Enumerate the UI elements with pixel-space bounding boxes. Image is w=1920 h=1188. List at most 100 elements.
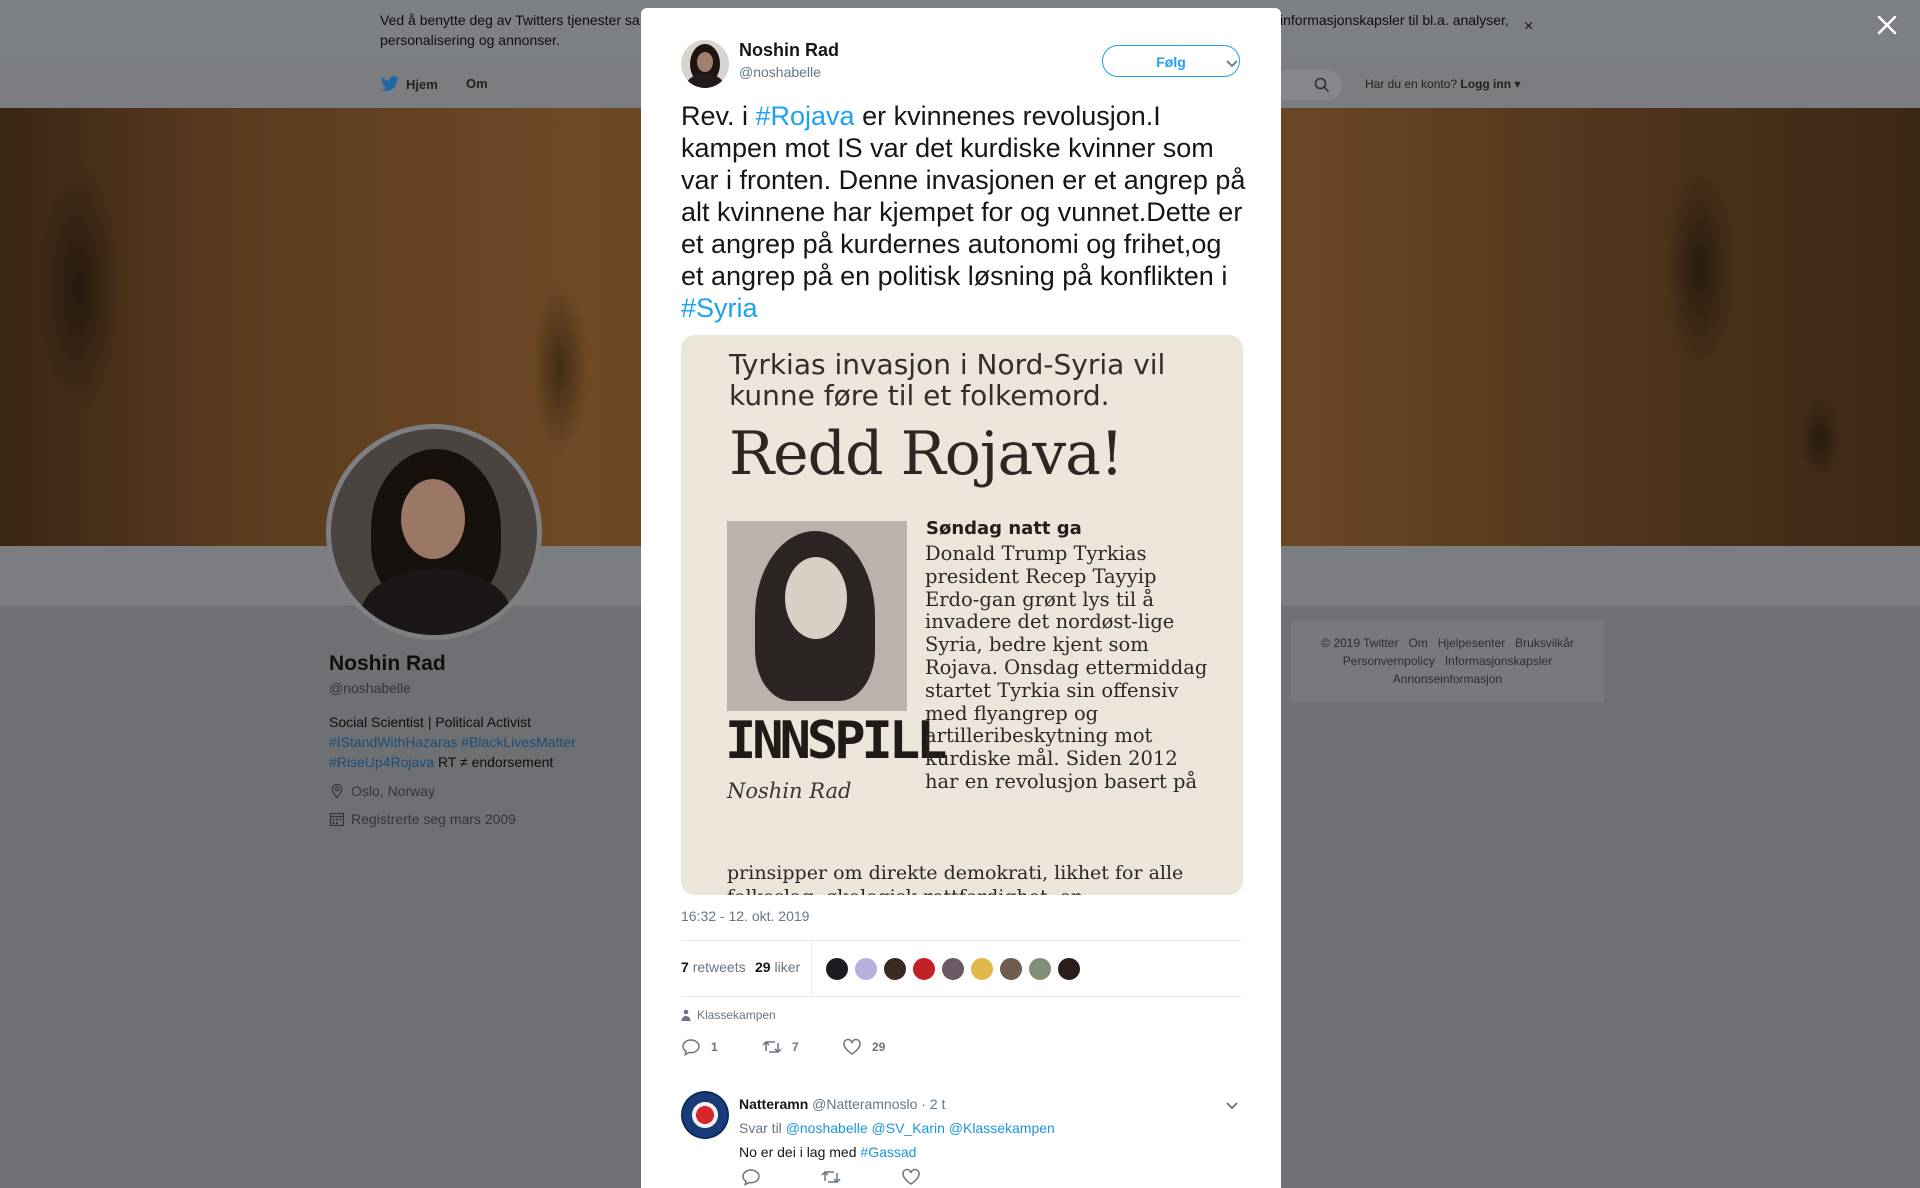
calendar-icon xyxy=(329,812,345,827)
reply-icon xyxy=(742,1169,760,1186)
tweet-timestamp[interactable]: 16:32 - 12. okt. 2019 xyxy=(681,908,809,924)
profile-avatar[interactable] xyxy=(326,424,542,640)
clipping-foot: prinsipper om direkte demokrati, likhet … xyxy=(727,862,1184,895)
mention-link[interactable]: @noshabelle xyxy=(786,1120,868,1136)
bio-text: Social Scientist | Political Activist xyxy=(329,714,532,730)
tweet-place: Klassekampen xyxy=(681,1008,776,1022)
liker-avatar[interactable] xyxy=(825,957,849,981)
reply-avatar[interactable] xyxy=(681,1091,729,1139)
profile-joined: Registrerte seg mars 2009 xyxy=(329,811,516,827)
footer-links: © 2019 Twitter Om Hjelpesenter Bruksvilkår … xyxy=(1291,634,1604,688)
like-count: 29 xyxy=(872,1040,886,1054)
profile-handle[interactable]: @noshabelle xyxy=(329,680,411,696)
clipping-body: Donald Trump Tyrkias president Recep Tay… xyxy=(925,542,1208,793)
follow-button[interactable]: Følg xyxy=(1102,45,1240,77)
nav-home[interactable]: Hjem xyxy=(380,76,438,92)
location-text: Oslo, Norway xyxy=(351,783,436,799)
tweet-stats: 7 retweets 29 liker xyxy=(681,940,1241,997)
reply-like-action[interactable] xyxy=(901,1168,921,1186)
cookie-text-right: informasjonskapsler til bl.a. analyser, xyxy=(1280,12,1509,28)
close-icon[interactable] xyxy=(1874,12,1900,38)
reply-to-label: Svar til xyxy=(739,1120,782,1136)
reply-action[interactable]: 1 xyxy=(681,1038,718,1056)
reply-header: Natteramn @Natteramnoslo · 2 t xyxy=(739,1096,945,1112)
heart-icon xyxy=(902,1168,920,1185)
bio-hashtag[interactable]: #BlackLivesMatter xyxy=(461,734,575,750)
retweets-stat[interactable]: 7 retweets xyxy=(681,959,746,975)
cookie-text-line2: personalisering og annonser. xyxy=(380,32,560,48)
reply-count: 1 xyxy=(711,1040,718,1054)
nav-about[interactable]: Om xyxy=(466,76,488,91)
author-avatar[interactable] xyxy=(681,40,729,88)
liker-avatar[interactable] xyxy=(912,957,936,981)
hashtag-link[interactable]: #Gassad xyxy=(860,1144,916,1160)
tweet-text-part: Rev. i xyxy=(681,101,756,131)
search-icon[interactable] xyxy=(1314,77,1330,93)
retweet-action[interactable]: 7 xyxy=(762,1038,799,1056)
liker-avatar[interactable] xyxy=(941,957,965,981)
liker-avatar[interactable] xyxy=(1028,957,1052,981)
bio-hashtag[interactable]: #RiseUp4Rojava xyxy=(329,754,434,770)
reply-reply-action[interactable] xyxy=(741,1168,761,1186)
login-link[interactable]: Logg inn xyxy=(1460,77,1511,91)
clipping-author: Noshin Rad xyxy=(727,779,852,803)
footer-link[interactable]: Personvernpolicy xyxy=(1343,654,1435,668)
bio-hashtag[interactable]: #IStandWithHazaras xyxy=(329,734,457,750)
clipping-section: INNSPILL xyxy=(725,711,947,771)
footer-link[interactable]: © 2019 Twitter xyxy=(1321,636,1398,650)
retweets-count: 7 xyxy=(681,959,689,975)
footer-link[interactable]: Annonseinformasjon xyxy=(1393,672,1502,686)
reply-text: No er dei i lag med #Gassad xyxy=(739,1144,916,1160)
tweet-image[interactable]: Tyrkias invasjon i Nord-Syria vil kunne … xyxy=(681,335,1243,895)
likes-count: 29 xyxy=(755,959,771,975)
reply-time[interactable]: · 2 t xyxy=(921,1096,945,1112)
likes-label: liker xyxy=(774,959,801,975)
nav-about-label: Om xyxy=(466,76,488,91)
footer-link[interactable]: Om xyxy=(1408,636,1427,650)
likes-stat[interactable]: 29 liker xyxy=(755,959,800,975)
login-question: Har du en konto? xyxy=(1365,77,1458,91)
chevron-down-icon[interactable] xyxy=(1225,1101,1239,1111)
footer-link[interactable]: Informasjonskapsler xyxy=(1445,654,1552,668)
reply-icon xyxy=(682,1039,700,1056)
hashtag-link[interactable]: #Rojava xyxy=(756,101,855,131)
liker-avatar[interactable] xyxy=(883,957,907,981)
footer-link[interactable]: Hjelpesenter xyxy=(1438,636,1505,650)
author-name[interactable]: Noshin Rad xyxy=(739,40,839,61)
profile-location: Oslo, Norway xyxy=(329,783,435,799)
liker-avatar[interactable] xyxy=(999,957,1023,981)
profile-bio: Social Scientist | Political Activist #I… xyxy=(329,712,619,772)
liker-avatar[interactable] xyxy=(854,957,878,981)
author-handle[interactable]: @noshabelle xyxy=(739,64,821,80)
profile-name[interactable]: Noshin Rad xyxy=(329,652,446,676)
reply-author-name[interactable]: Natteramn xyxy=(739,1096,808,1112)
hashtag-link[interactable]: #Syria xyxy=(681,293,758,323)
like-action[interactable]: 29 xyxy=(842,1038,885,1056)
cookie-text-left: Ved å benytte deg av Twitters tjenester … xyxy=(380,12,640,28)
mention-link[interactable]: @SV_Karin xyxy=(872,1120,945,1136)
joined-text: Registrerte seg mars 2009 xyxy=(351,811,516,827)
reply-author-handle[interactable]: @Natteramnoslo xyxy=(812,1096,917,1112)
retweet-count: 7 xyxy=(792,1040,799,1054)
reply-text-body: No er dei i lag med xyxy=(739,1144,857,1160)
clipping-title: Redd Rojava! xyxy=(729,419,1124,489)
location-pin-icon xyxy=(331,783,343,799)
liker-avatar[interactable] xyxy=(970,957,994,981)
bio-tail: RT ≠ endorsement xyxy=(437,754,554,770)
footer-link[interactable]: Bruksvilkår xyxy=(1515,636,1574,650)
person-icon xyxy=(681,1009,691,1021)
heart-icon xyxy=(843,1038,861,1055)
retweets-label: retweets xyxy=(692,959,746,975)
mention-link[interactable]: @Klassekampen xyxy=(949,1120,1055,1136)
cookie-close-icon[interactable]: × xyxy=(1524,18,1533,36)
place-label[interactable]: Klassekampen xyxy=(697,1008,776,1022)
liker-avatar[interactable] xyxy=(1057,957,1081,981)
tweet-modal: Noshin Rad @noshabelle Følg Rev. i #Roja… xyxy=(641,8,1281,1188)
chevron-down-icon[interactable] xyxy=(1225,59,1239,69)
clipping-lead: Søndag natt ga xyxy=(926,518,1082,539)
reply-retweet-action[interactable] xyxy=(821,1168,841,1186)
retweet-icon xyxy=(762,1040,782,1054)
nav-home-label: Hjem xyxy=(406,76,438,92)
tweet-text: Rev. i #Rojava er kvinnenes revolusjon.I… xyxy=(681,100,1251,324)
clipping-photo xyxy=(727,521,907,711)
